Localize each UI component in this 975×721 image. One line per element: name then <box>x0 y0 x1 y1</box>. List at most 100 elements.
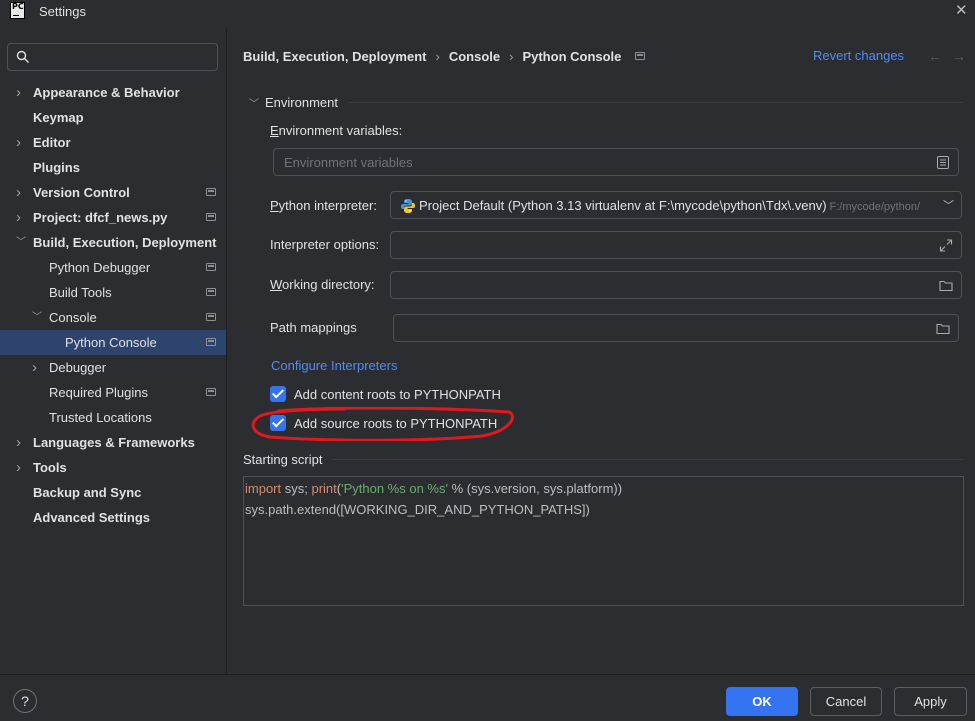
chevron-right-icon[interactable]: › <box>32 355 42 380</box>
divider <box>226 28 227 674</box>
chevron-down-icon[interactable]: ﹀ <box>32 305 42 330</box>
sidebar-item[interactable]: › Editor <box>0 130 226 155</box>
sidebar-item[interactable]: Advanced Settings <box>0 505 226 530</box>
sidebar-item[interactable]: › Project: dfcf_news.py <box>0 205 226 230</box>
project-scope-icon <box>206 263 216 271</box>
interpreter-value: Project Default (Python 3.13 virtualenv … <box>419 198 827 213</box>
breadcrumb-item-build[interactable]: Build, Execution, Deployment <box>243 49 426 64</box>
sidebar-item-label: Console <box>49 310 97 325</box>
source-roots-checkbox[interactable] <box>270 415 286 431</box>
python-icon <box>401 199 415 213</box>
expand-icon[interactable] <box>939 239 953 252</box>
sidebar-item-label: Version Control <box>33 185 130 200</box>
chevron-right-icon[interactable]: › <box>16 80 26 105</box>
sidebar-item-label: Backup and Sync <box>33 485 142 500</box>
sidebar-item[interactable]: Backup and Sync <box>0 480 226 505</box>
chevron-right-icon[interactable]: › <box>16 455 26 480</box>
path-mappings-field[interactable] <box>393 314 959 342</box>
sidebar-item[interactable]: › Languages & Frameworks <box>0 430 226 455</box>
project-scope-icon <box>206 188 216 196</box>
close-window-icon[interactable]: ✕ <box>955 3 968 18</box>
python-interpreter-select[interactable]: Project Default (Python 3.13 virtualenv … <box>390 191 962 219</box>
chevron-right-icon[interactable]: › <box>16 205 26 230</box>
sidebar-item-label: Tools <box>33 460 67 475</box>
revert-changes-link[interactable]: Revert changes <box>813 48 904 63</box>
project-scope-icon <box>206 338 216 346</box>
sidebar-item-label: Editor <box>33 135 71 150</box>
ok-button[interactable]: OK <box>726 687 798 716</box>
section-divider <box>332 458 963 460</box>
breadcrumb-item-python-console: Python Console <box>522 48 622 64</box>
sidebar-item-label: Build Tools <box>49 285 112 300</box>
sidebar-item-label: Appearance & Behavior <box>33 85 180 100</box>
section-divider <box>347 101 963 103</box>
sidebar-item[interactable]: Python Debugger <box>0 255 226 280</box>
settings-sidebar: › Appearance & Behavior Keymap › Editor Plugi… <box>0 28 226 674</box>
list-edit-icon[interactable] <box>936 156 950 169</box>
project-scope-icon <box>206 388 216 396</box>
chevron-down-icon[interactable]: ﹀ <box>16 230 26 255</box>
sidebar-item[interactable]: › Appearance & Behavior <box>0 80 226 105</box>
working-directory-field[interactable] <box>390 271 962 299</box>
chevron-right-icon[interactable]: › <box>16 430 26 455</box>
sidebar-item[interactable]: Keymap <box>0 105 226 130</box>
interpreter-options-field[interactable] <box>390 231 962 259</box>
search-input[interactable] <box>42 48 212 66</box>
help-button[interactable]: ? <box>13 689 37 713</box>
starting-script-header: Starting script <box>243 450 963 468</box>
window-title: Settings <box>39 4 86 19</box>
configure-interpreters-link[interactable]: Configure Interpreters <box>271 358 397 373</box>
source-roots-checkbox-row[interactable]: Add source roots to PYTHONPATH <box>270 415 497 431</box>
path-mappings-label: Path mappings <box>270 320 357 335</box>
chevron-right-icon[interactable]: › <box>16 130 26 155</box>
chevron-right-icon[interactable]: › <box>16 180 26 205</box>
back-arrow-icon[interactable]: ← <box>928 48 942 64</box>
breadcrumb-separator: › <box>509 48 514 64</box>
breadcrumb: Build, Execution, Deployment › Console ›… <box>243 46 646 66</box>
chevron-down-icon: ﹀ <box>249 98 259 110</box>
folder-icon[interactable] <box>936 322 950 335</box>
code-line: import sys; print('Python %s on %s' % (s… <box>245 481 623 496</box>
sidebar-item[interactable]: › Tools <box>0 455 226 480</box>
search-field[interactable] <box>7 43 218 71</box>
breadcrumb-separator: › <box>435 48 440 64</box>
sidebar-item[interactable]: ﹀ Build, Execution, Deployment <box>0 230 226 255</box>
interpreter-path-hint: F:/mycode/python/ <box>829 201 921 213</box>
sidebar-item[interactable]: › Version Control <box>0 180 226 205</box>
env-vars-field[interactable]: Environment variables <box>273 148 959 176</box>
title-bar: PC Settings ✕ <box>0 0 975 28</box>
folder-icon[interactable] <box>939 279 953 292</box>
settings-tree: › Appearance & Behavior Keymap › Editor Plugi… <box>0 80 226 530</box>
footer-divider <box>0 674 975 675</box>
dropdown-arrow[interactable]: ﹀ <box>935 192 961 218</box>
env-vars-placeholder: Environment variables <box>284 155 413 170</box>
sidebar-item[interactable]: Build Tools <box>0 280 226 305</box>
sidebar-item-label: Trusted Locations <box>49 410 152 425</box>
apply-button[interactable]: Apply <box>894 687 967 716</box>
sidebar-item[interactable]: Required Plugins <box>0 380 226 405</box>
cancel-button[interactable]: Cancel <box>810 687 882 716</box>
sidebar-item[interactable]: Trusted Locations <box>0 405 226 430</box>
sidebar-item[interactable]: Plugins <box>0 155 226 180</box>
project-scope-icon <box>206 213 216 221</box>
interpreter-options-label: Interpreter options: <box>270 237 380 252</box>
starting-script-editor[interactable]: import sys; print('Python %s on %s' % (s… <box>243 476 964 606</box>
sidebar-item[interactable]: Python Console <box>0 330 226 355</box>
starting-script-title: Starting script <box>243 451 323 467</box>
sidebar-item-label: Project: dfcf_news.py <box>33 210 168 225</box>
sidebar-item-label: Python Debugger <box>49 260 151 275</box>
environment-section-header[interactable]: ﹀ Environment <box>249 92 963 112</box>
environment-section-title: Environment <box>265 94 338 110</box>
sidebar-item-label: Python Console <box>65 335 157 350</box>
project-scope-icon <box>635 52 646 60</box>
sidebar-item[interactable]: › Debugger <box>0 355 226 380</box>
sidebar-item[interactable]: ﹀ Console <box>0 305 226 330</box>
breadcrumb-item-console[interactable]: Console <box>449 49 500 64</box>
working-directory-label: Working directory: <box>270 277 375 292</box>
content-roots-label[interactable]: Add content roots to PYTHONPATH <box>294 387 501 402</box>
source-roots-label[interactable]: Add source roots to PYTHONPATH <box>294 416 497 431</box>
sidebar-item-label: Keymap <box>33 110 84 125</box>
forward-arrow-icon[interactable]: → <box>952 48 966 64</box>
content-roots-checkbox-row[interactable]: Add content roots to PYTHONPATH <box>270 386 501 402</box>
content-roots-checkbox[interactable] <box>270 386 286 402</box>
